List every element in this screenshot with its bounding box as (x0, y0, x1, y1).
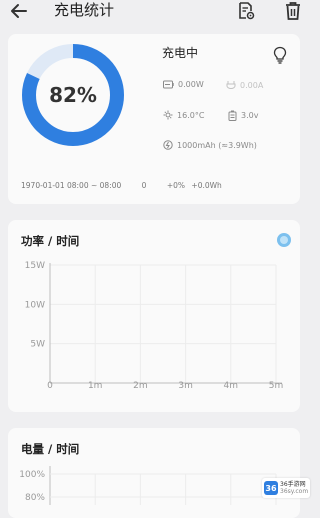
x-tick-label: 2m (133, 381, 148, 391)
watermark-logo: 36 (264, 481, 278, 495)
x-tick-label: 1m (88, 381, 103, 391)
x-tick-label: 4m (224, 381, 239, 391)
site-watermark: 36 36手游网 36sy.com (262, 478, 310, 498)
x-tick-label: 3m (178, 381, 193, 391)
x-tick-label: 5m (269, 381, 284, 391)
x-tick-label: 0 (47, 381, 53, 391)
y-tick-label: 5W (30, 340, 45, 350)
watermark-text: 36手游网 36sy.com (280, 481, 309, 495)
y-tick-label: 100% (19, 470, 45, 480)
y-tick-label: 80% (25, 493, 45, 503)
y-tick-label: 15W (25, 261, 45, 271)
y-tick-label: 10W (25, 300, 45, 310)
charts-layer: 5W 10W 15W 0 1m 2m 3m 4m 5m 100% 80% (19, 261, 284, 505)
